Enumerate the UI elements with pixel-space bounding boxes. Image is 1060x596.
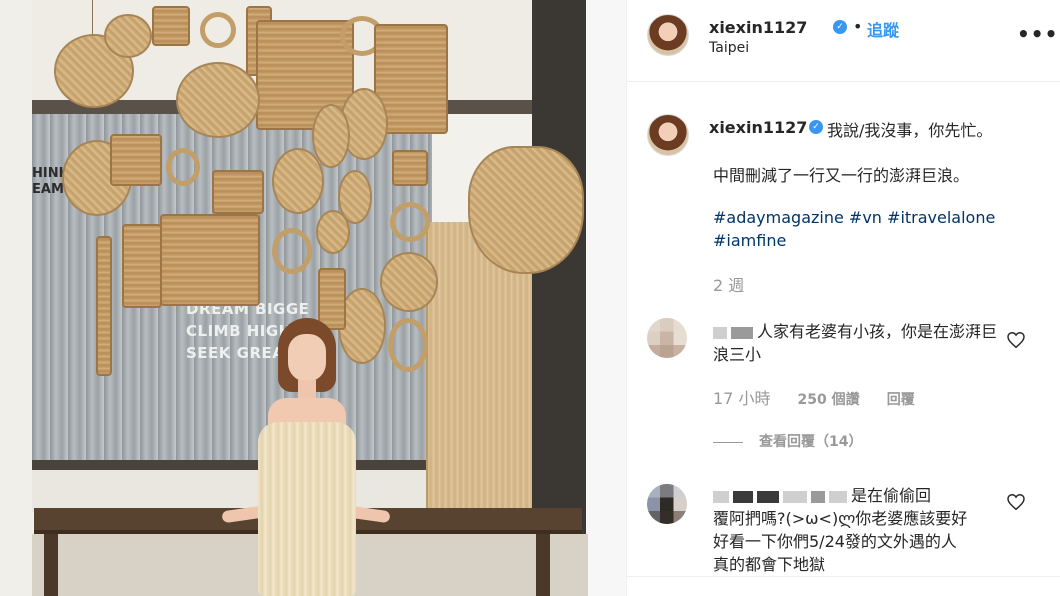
view-replies-label: 查看回覆（14） — [759, 434, 863, 450]
commenter-avatar-blurred[interactable] — [647, 484, 687, 524]
caption-username[interactable]: xiexin1127 — [709, 118, 807, 137]
caption-hashtags: #adaymagazine #vn #itravelalone #iamfine — [713, 206, 1013, 252]
view-replies-line — [713, 441, 743, 443]
woven-ring — [166, 148, 200, 186]
photo-edge — [586, 0, 626, 596]
woven-basket — [380, 252, 438, 312]
woven-ring — [390, 202, 430, 242]
comment-meta: 17 小時 250 個讚 回覆 — [713, 385, 915, 409]
hashtag-link[interactable]: #itravelalone — [887, 208, 995, 227]
comment-text: 人家有老婆有小孩，你是在澎湃巨浪三小 — [713, 320, 1003, 366]
separator-dot: • — [853, 17, 863, 36]
redacted-username — [757, 490, 779, 503]
comment-time[interactable]: 17 小時 — [713, 389, 770, 408]
action-bar-divider — [627, 576, 1060, 577]
post-side-panel: xiexin1127 ✓ • 追蹤 Taipei ••• xiexin1127 … — [626, 0, 1060, 596]
heart-icon[interactable] — [1007, 331, 1025, 349]
commenter-avatar-blurred[interactable] — [647, 318, 687, 358]
caption-author-avatar[interactable] — [647, 114, 689, 156]
author-username[interactable]: xiexin1127 — [709, 18, 807, 37]
comment-likes[interactable]: 250 個讚 — [798, 392, 860, 408]
hashtag-link[interactable]: #iamfine — [713, 231, 786, 250]
post-photo[interactable]: HINK EAM DREAM BIGGE CLIMB HIGHE SEEK GR… — [0, 0, 626, 596]
bench-leg — [536, 534, 550, 596]
woven-fan — [176, 62, 260, 138]
woven-basket — [392, 150, 428, 186]
instagram-post-view: HINK EAM DREAM BIGGE CLIMB HIGHE SEEK GR… — [0, 0, 1060, 596]
redacted-username — [713, 490, 729, 503]
woven-lampshade — [468, 146, 584, 274]
woven-ring — [272, 228, 312, 274]
comment-line: 真的都會下地獄 — [713, 555, 826, 574]
post-location[interactable]: Taipei — [709, 40, 749, 56]
redacted-username — [811, 490, 825, 503]
woven-strip — [96, 236, 112, 376]
person-face — [288, 334, 326, 382]
woven-basket — [212, 170, 264, 214]
comment-line: 覆阿捫嗎?(>ω<)ლ你老婆應該要好 — [713, 509, 968, 528]
person-dress — [258, 422, 356, 596]
caption-line-2: 中間刪減了一行又一行的澎湃巨浪。 — [713, 166, 970, 185]
redacted-username — [783, 490, 807, 503]
comment-line: 好看一下你們5/24發的文外遇的人 — [713, 532, 957, 551]
photo-person — [221, 318, 391, 596]
post-header: xiexin1127 ✓ • 追蹤 Taipei ••• — [627, 0, 1060, 82]
caption-time-ago[interactable]: 2 週 — [713, 272, 744, 296]
more-options-icon[interactable]: ••• — [1017, 22, 1058, 46]
view-replies-button[interactable]: 查看回覆（14） — [713, 431, 862, 451]
redacted-username — [733, 490, 753, 503]
comment-text: 是在偷偷回 覆阿捫嗎?(>ω<)ლ你老婆應該要好 好看一下你們5/24發的文外遇… — [713, 484, 1003, 576]
redacted-username — [713, 326, 727, 339]
follow-button[interactable]: 追蹤 — [867, 17, 899, 41]
redacted-username — [829, 490, 847, 503]
redacted-username — [731, 326, 753, 339]
woven-bag — [160, 214, 260, 306]
hashtag-link[interactable]: #adaymagazine — [713, 208, 844, 227]
woven-basket — [152, 6, 190, 46]
author-avatar[interactable] — [647, 14, 689, 56]
woven-basket — [272, 148, 324, 214]
comment-body: 人家有老婆有小孩，你是在澎湃巨浪三小 — [713, 322, 998, 364]
heart-icon[interactable] — [1007, 493, 1025, 511]
photo-wall-right — [532, 0, 588, 596]
woven-basket — [104, 14, 152, 58]
woven-ring — [388, 318, 428, 372]
woven-basket — [110, 134, 162, 186]
hashtag-link[interactable]: #vn — [849, 208, 882, 227]
photo-wall-left — [0, 0, 32, 596]
bench-leg — [44, 534, 58, 596]
woven-ring — [200, 12, 236, 48]
comment-line: 是在偷偷回 — [713, 484, 1003, 507]
woven-paddle — [312, 104, 350, 168]
caption-line-1: 我說/我沒事，你先忙。 — [827, 121, 993, 140]
comment-body: 是在偷偷回 — [851, 486, 932, 505]
woven-basket — [316, 210, 350, 254]
verified-badge-icon: ✓ — [833, 20, 847, 34]
woven-mat-roll — [122, 224, 162, 308]
verified-badge-icon: ✓ — [809, 120, 823, 134]
reply-button[interactable]: 回覆 — [887, 392, 915, 408]
